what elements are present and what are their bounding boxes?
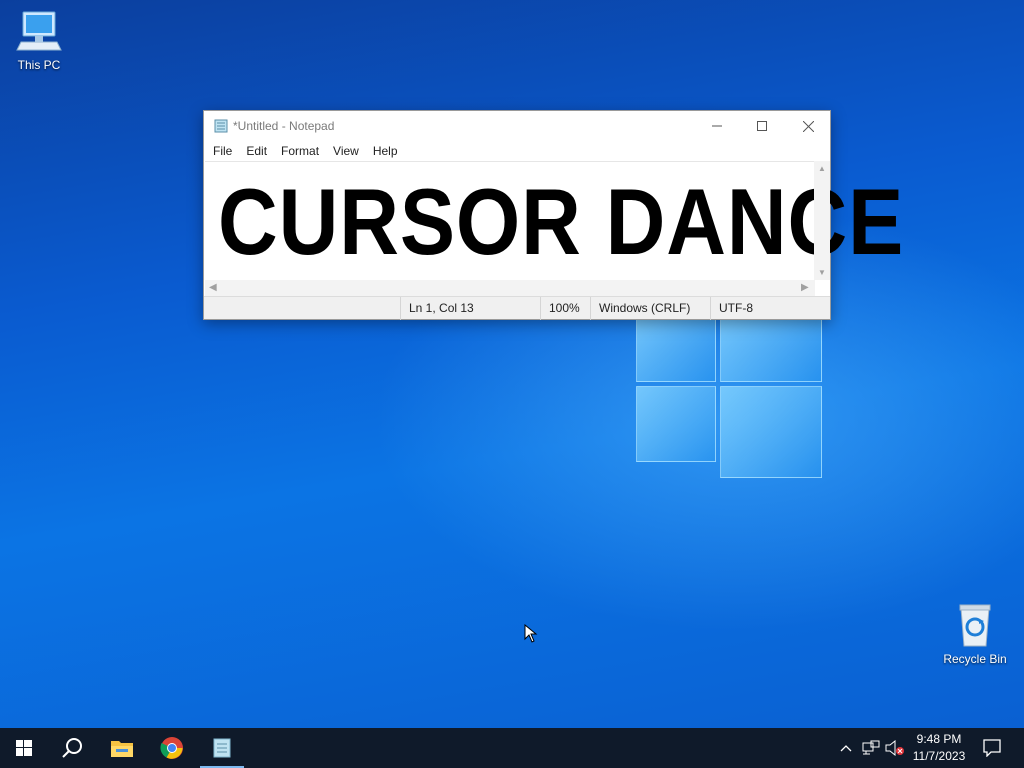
menu-view[interactable]: View (326, 144, 366, 158)
menu-file[interactable]: File (206, 144, 239, 158)
volume-muted-icon (885, 740, 904, 756)
clock-time: 9:48 PM (916, 732, 962, 746)
desktop: This PC Recycle Bin *Untitled - Notepad … (0, 0, 1024, 728)
text-editor-area[interactable]: CURSOR DANCE (205, 161, 903, 280)
search-icon (62, 738, 82, 758)
recycle-bin-icon (951, 602, 999, 650)
menu-edit[interactable]: Edit (239, 144, 274, 158)
file-explorer-icon (111, 741, 133, 757)
title-bar[interactable]: *Untitled - Notepad (204, 111, 830, 141)
editor-content[interactable]: CURSOR DANCE (218, 170, 904, 274)
chrome-icon (160, 737, 183, 759)
status-bar: Ln 1, Col 13 100% Windows (CRLF) UTF-8 (204, 296, 830, 320)
volume-control[interactable] (884, 728, 906, 768)
close-icon (802, 120, 814, 132)
network-icon (862, 740, 880, 755)
taskbar-clock[interactable]: 9:48 PM 11/7/2023 (905, 731, 973, 765)
notification-icon (983, 739, 1001, 757)
scroll-right-icon[interactable]: ▶ (801, 282, 809, 293)
windows-logo-wallpaper (636, 318, 822, 480)
desktop-icon-label: This PC (17, 58, 61, 72)
maximize-button[interactable] (739, 111, 785, 141)
minimize-icon (712, 125, 722, 127)
desktop-icon-this-pc[interactable]: This PC (1, 8, 77, 72)
maximize-icon (757, 121, 767, 131)
menu-bar: File Edit Format View Help (204, 141, 830, 161)
vertical-scrollbar[interactable]: ▲ ▼ (814, 161, 830, 280)
search-button[interactable] (48, 728, 96, 768)
this-pc-icon (15, 8, 63, 56)
taskbar-chrome[interactable] (148, 728, 196, 768)
scroll-left-icon[interactable]: ◀ (209, 282, 217, 293)
taskbar-notepad[interactable] (198, 728, 246, 768)
status-cursor-position: Ln 1, Col 13 (400, 297, 540, 320)
scroll-up-icon[interactable]: ▲ (814, 164, 830, 173)
notepad-icon (213, 738, 231, 758)
chevron-up-icon (840, 745, 852, 752)
network-status[interactable] (860, 728, 882, 768)
window-title: *Untitled - Notepad (233, 119, 335, 133)
action-center-button[interactable] (978, 728, 1006, 768)
horizontal-scrollbar[interactable]: ◀ ▶ (205, 280, 815, 296)
minimize-button[interactable] (694, 111, 740, 141)
start-button[interactable] (0, 728, 48, 768)
desktop-icon-recycle-bin[interactable]: Recycle Bin (937, 602, 1013, 666)
taskbar-file-explorer[interactable] (98, 728, 146, 768)
status-line-endings: Windows (CRLF) (590, 297, 710, 320)
mouse-pointer-icon (524, 623, 538, 649)
menu-help[interactable]: Help (366, 144, 405, 158)
close-button[interactable] (785, 111, 831, 141)
status-zoom: 100% (540, 297, 590, 320)
clock-date: 11/7/2023 (912, 749, 966, 763)
show-hidden-icons[interactable] (836, 728, 856, 768)
desktop-icon-label: Recycle Bin (943, 652, 1007, 666)
status-encoding: UTF-8 (710, 297, 830, 320)
taskbar: 9:48 PM 11/7/2023 (0, 728, 1024, 768)
notepad-icon (214, 119, 228, 133)
scroll-down-icon[interactable]: ▼ (814, 268, 830, 277)
menu-format[interactable]: Format (274, 144, 326, 158)
start-icon (16, 740, 32, 756)
notepad-window[interactable]: *Untitled - Notepad File Edit Format Vie… (203, 110, 903, 320)
